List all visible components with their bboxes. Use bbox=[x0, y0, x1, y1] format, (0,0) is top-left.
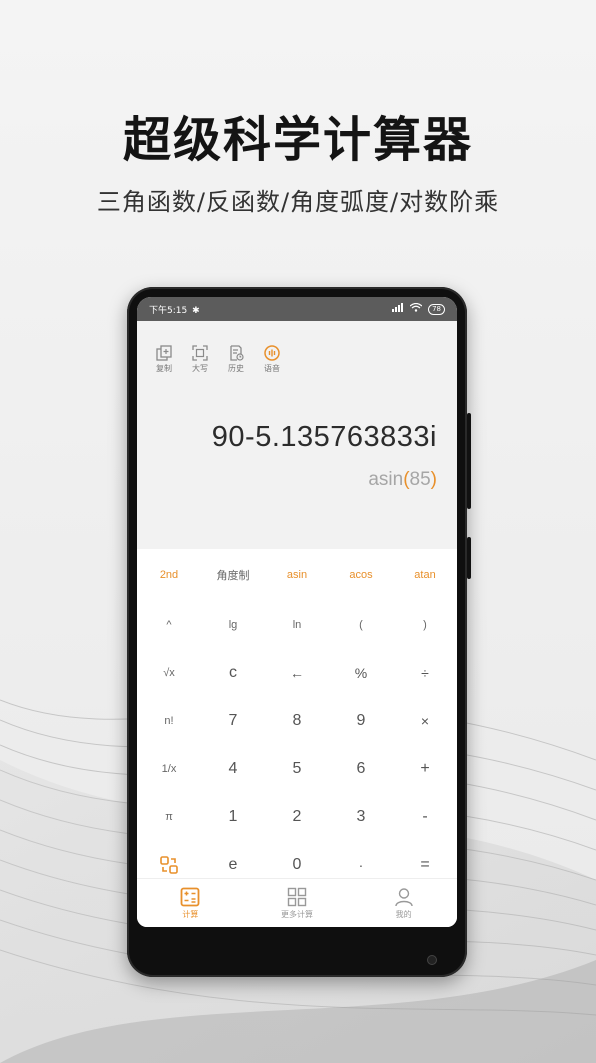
key-8[interactable]: 8 bbox=[265, 697, 329, 745]
signal-icon bbox=[392, 303, 404, 315]
subline: 三角函数/反函数/角度弧度/对数阶乘 bbox=[96, 188, 500, 216]
toolbar: 复制 大写 历史 语音 bbox=[137, 321, 457, 374]
key-angle-mode[interactable]: 角度制 bbox=[201, 549, 265, 601]
keypad-row-3: √x c ← % ÷ bbox=[137, 649, 457, 697]
keypad-row-5: 1/x 4 5 6 + bbox=[137, 745, 457, 793]
copy-label: 复制 bbox=[156, 364, 172, 373]
copy-icon bbox=[156, 345, 172, 361]
bottom-tab-bar: 计算 更多计算 我的 bbox=[137, 878, 457, 927]
status-bar: 下午5:15 ✱ 78 bbox=[137, 297, 457, 321]
key-plus[interactable]: + bbox=[393, 745, 457, 793]
tab-more-calculations[interactable]: 更多计算 bbox=[244, 879, 351, 927]
tab-profile-label: 我的 bbox=[395, 909, 412, 919]
key-atan[interactable]: atan bbox=[393, 549, 457, 601]
keypad-row-4: n! 7 8 9 × bbox=[137, 697, 457, 745]
status-time: 下午5:15 ✱ bbox=[149, 305, 200, 316]
tab-calculate[interactable]: 计算 bbox=[137, 879, 244, 927]
key-close-paren[interactable]: ) bbox=[393, 601, 457, 649]
key-open-paren[interactable]: ( bbox=[329, 601, 393, 649]
history-label: 历史 bbox=[228, 364, 244, 373]
key-reciprocal[interactable]: 1/x bbox=[137, 745, 201, 793]
key-lg[interactable]: lg bbox=[201, 601, 265, 649]
voice-icon bbox=[264, 345, 280, 361]
voice-label: 语音 bbox=[264, 364, 280, 373]
key-asin[interactable]: asin bbox=[265, 549, 329, 601]
key-backspace[interactable]: ← bbox=[265, 649, 329, 697]
input-number: 85 bbox=[409, 469, 431, 490]
input-close-paren: ) bbox=[430, 469, 437, 490]
calculator-icon bbox=[180, 887, 200, 906]
key-power[interactable]: ^ bbox=[137, 601, 201, 649]
history-button[interactable]: 历史 bbox=[225, 345, 247, 374]
key-3[interactable]: 3 bbox=[329, 793, 393, 841]
key-7[interactable]: 7 bbox=[201, 697, 265, 745]
key-6[interactable]: 6 bbox=[329, 745, 393, 793]
tab-more-label: 更多计算 bbox=[281, 909, 313, 919]
phone-screen: 下午5:15 ✱ 78 复制 大写 历史 语音 90-5.135763833i … bbox=[137, 297, 457, 927]
scan-icon bbox=[192, 345, 208, 361]
key-factorial[interactable]: n! bbox=[137, 697, 201, 745]
input-function: asin bbox=[368, 469, 404, 490]
uppercase-label: 大写 bbox=[192, 364, 208, 373]
key-1[interactable]: 1 bbox=[201, 793, 265, 841]
power-button bbox=[467, 537, 471, 579]
key-sqrt[interactable]: √x bbox=[137, 649, 201, 697]
key-divide[interactable]: ÷ bbox=[393, 649, 457, 697]
tab-profile[interactable]: 我的 bbox=[350, 879, 457, 927]
result-expression: 90-5.135763833i bbox=[211, 421, 437, 453]
bluetooth-icon: ✱ bbox=[192, 305, 200, 316]
key-pi[interactable]: π bbox=[137, 793, 201, 841]
key-4[interactable]: 4 bbox=[201, 745, 265, 793]
volume-button bbox=[467, 413, 471, 509]
keypad-row-6: π 1 2 3 - bbox=[137, 793, 457, 841]
grid-icon bbox=[287, 887, 307, 906]
display-area: 复制 大写 历史 语音 90-5.135763833i asin(85) bbox=[137, 321, 457, 549]
keypad-row-1: 2nd 角度制 asin acos atan bbox=[137, 549, 457, 601]
user-icon bbox=[394, 887, 413, 906]
key-multiply[interactable]: × bbox=[393, 697, 457, 745]
battery-icon: 78 bbox=[428, 303, 445, 315]
phone-frame: 下午5:15 ✱ 78 复制 大写 历史 语音 90-5.135763833i … bbox=[127, 287, 471, 977]
key-minus[interactable]: - bbox=[393, 793, 457, 841]
key-9[interactable]: 9 bbox=[329, 697, 393, 745]
key-5[interactable]: 5 bbox=[265, 745, 329, 793]
keypad-row-2: ^ lg ln ( ) bbox=[137, 601, 457, 649]
key-ln[interactable]: ln bbox=[265, 601, 329, 649]
key-2[interactable]: 2 bbox=[265, 793, 329, 841]
uppercase-button[interactable]: 大写 bbox=[189, 345, 211, 374]
convert-icon bbox=[160, 856, 178, 874]
input-expression: asin(85) bbox=[368, 469, 437, 491]
tab-calculate-label: 计算 bbox=[182, 909, 199, 919]
keypad: 2nd 角度制 asin acos atan ^ lg ln ( ) √x c … bbox=[137, 549, 457, 885]
wifi-icon bbox=[409, 302, 423, 315]
camera-dot bbox=[427, 955, 437, 965]
key-2nd[interactable]: 2nd bbox=[137, 549, 201, 601]
headline: 超级科学计算器 bbox=[122, 112, 473, 168]
key-clear[interactable]: c bbox=[201, 649, 265, 697]
key-percent[interactable]: % bbox=[329, 649, 393, 697]
copy-button[interactable]: 复制 bbox=[153, 345, 175, 374]
key-acos[interactable]: acos bbox=[329, 549, 393, 601]
voice-button[interactable]: 语音 bbox=[261, 345, 283, 374]
history-icon bbox=[230, 345, 244, 361]
